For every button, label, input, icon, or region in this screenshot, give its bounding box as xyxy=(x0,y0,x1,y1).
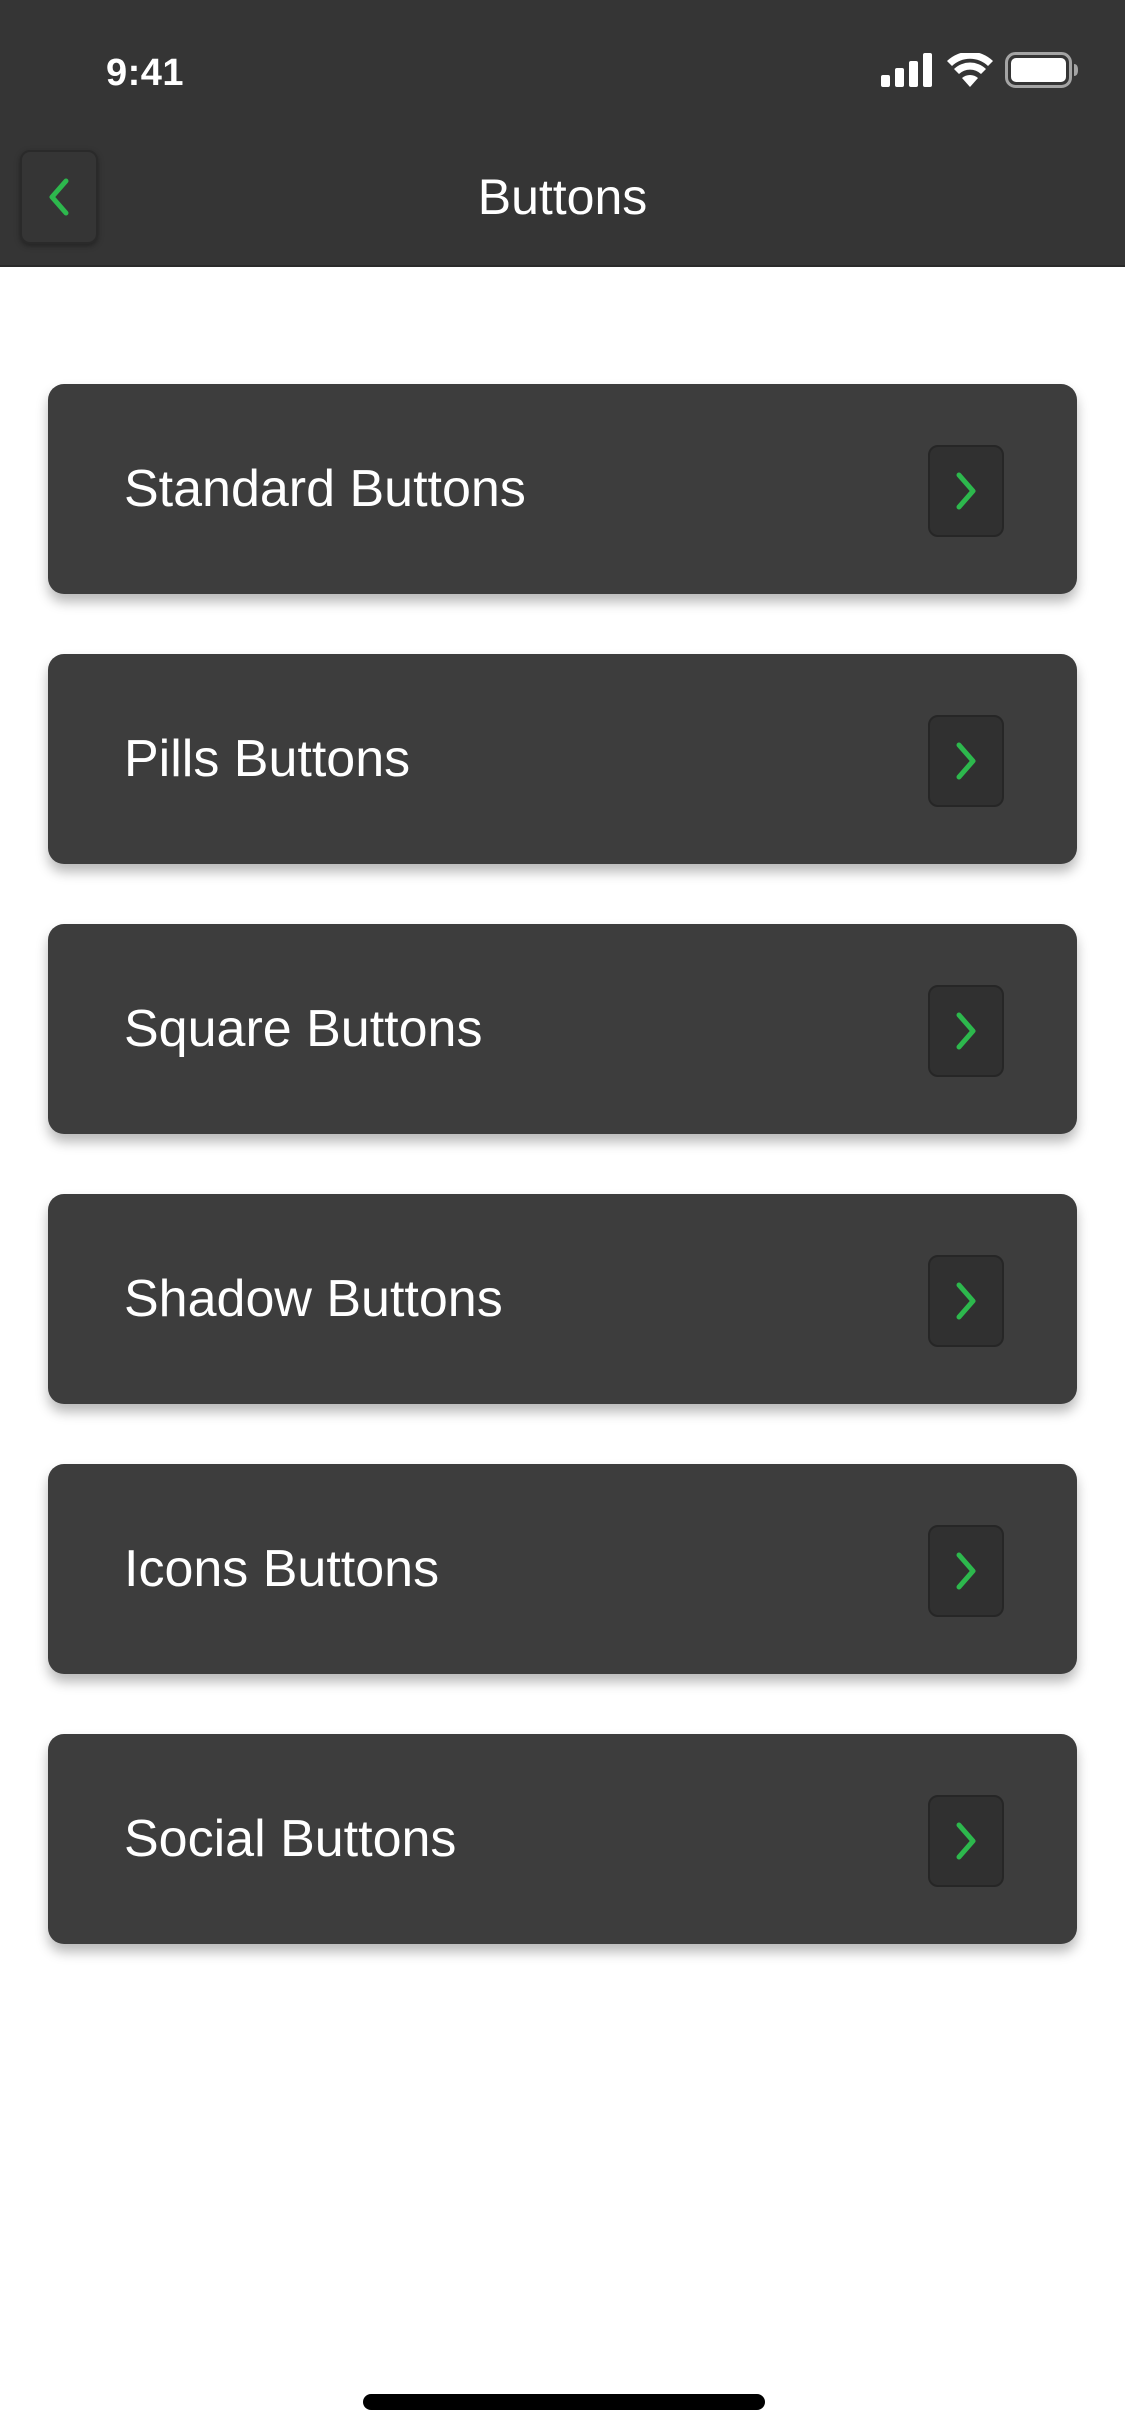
menu-list: Standard Buttons Pills Buttons Square Bu… xyxy=(48,384,1077,2004)
menu-item-arrow-button[interactable] xyxy=(928,445,1004,537)
app-header: 9:41 Buttons xyxy=(0,0,1125,267)
menu-item-label: Standard Buttons xyxy=(124,460,526,518)
menu-item-standard-buttons[interactable]: Standard Buttons xyxy=(48,384,1077,594)
chevron-right-icon xyxy=(956,472,976,510)
menu-item-pills-buttons[interactable]: Pills Buttons xyxy=(48,654,1077,864)
menu-item-label: Icons Buttons xyxy=(124,1540,440,1598)
page-title: Buttons xyxy=(477,169,648,225)
battery-icon xyxy=(1005,52,1078,88)
menu-item-shadow-buttons[interactable]: Shadow Buttons xyxy=(48,1194,1077,1404)
chevron-right-icon xyxy=(956,742,976,780)
cellular-signal-icon xyxy=(881,53,932,87)
menu-item-arrow-button[interactable] xyxy=(928,715,1004,807)
chevron-right-icon xyxy=(956,1012,976,1050)
status-icons xyxy=(881,50,1079,90)
menu-item-icons-buttons[interactable]: Icons Buttons xyxy=(48,1464,1077,1674)
menu-item-arrow-button[interactable] xyxy=(928,1525,1004,1617)
menu-item-arrow-button[interactable] xyxy=(928,1255,1004,1347)
menu-item-label: Pills Buttons xyxy=(124,730,411,788)
menu-item-label: Square Buttons xyxy=(124,1000,483,1058)
home-indicator[interactable] xyxy=(363,2394,765,2410)
chevron-right-icon xyxy=(956,1552,976,1590)
status-time: 9:41 xyxy=(106,52,185,94)
wifi-icon xyxy=(947,53,993,87)
menu-item-arrow-button[interactable] xyxy=(928,1795,1004,1887)
menu-item-label: Shadow Buttons xyxy=(124,1270,503,1328)
menu-item-label: Social Buttons xyxy=(124,1810,457,1868)
menu-item-arrow-button[interactable] xyxy=(928,985,1004,1077)
chevron-right-icon xyxy=(956,1282,976,1320)
menu-item-social-buttons[interactable]: Social Buttons xyxy=(48,1734,1077,1944)
menu-item-square-buttons[interactable]: Square Buttons xyxy=(48,924,1077,1134)
chevron-right-icon xyxy=(956,1822,976,1860)
